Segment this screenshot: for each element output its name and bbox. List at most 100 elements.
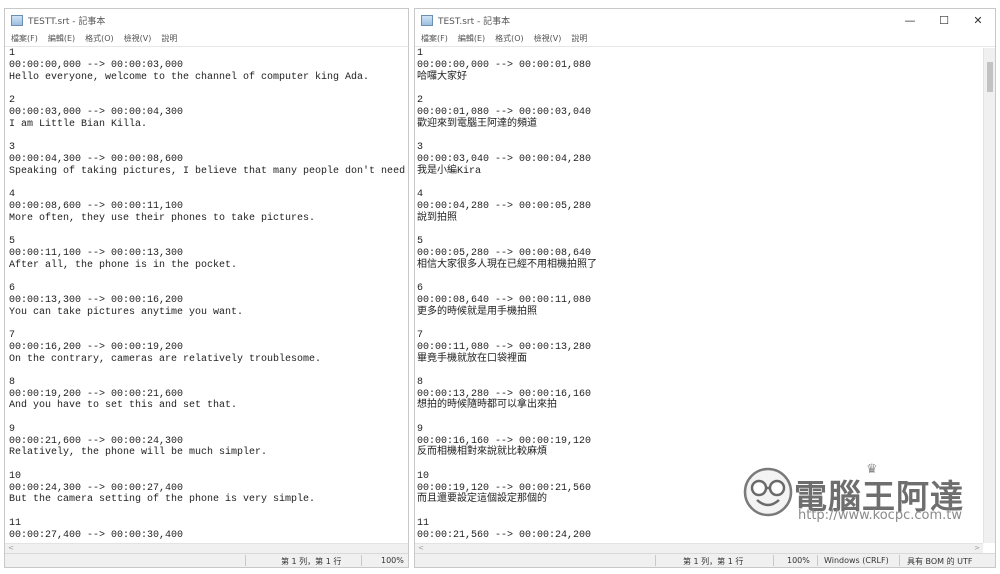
- menu-edit[interactable]: 編輯(E): [48, 33, 75, 44]
- subtitle-block: 6 00:00:13,300 --> 00:00:16,200 You can ta…: [9, 283, 408, 318]
- subtitle-text: 歡迎來到電腦王阿達的頻道: [417, 118, 537, 130]
- subtitle-index: 2: [9, 94, 16, 106]
- horizontal-scrollbar[interactable]: < >: [415, 543, 983, 553]
- subtitle-index: 7: [9, 329, 16, 341]
- subtitle-block: 11 00:00:27,400 --> 00:00:30,400: [9, 518, 408, 543]
- subtitle-block: 9 00:00:16,160 --> 00:00:19,120 反而相機相對來說就比…: [417, 424, 983, 459]
- notepad-icon: [11, 14, 23, 26]
- subtitle-block: 4 00:00:04,280 --> 00:00:05,280 說到拍照: [417, 189, 983, 224]
- subtitle-index: 6: [417, 282, 424, 294]
- subtitle-timecode: 00:00:08,600 --> 00:00:11,100: [9, 200, 184, 212]
- subtitle-text: 畢竟手機就放在口袋裡面: [417, 353, 527, 365]
- subtitle-block: 1 00:00:00,000 --> 00:00:03,000 Hello ever…: [9, 48, 408, 83]
- subtitle-text: More often, they use their phones to tak…: [9, 212, 316, 224]
- subtitle-text: But the camera setting of the phone is v…: [9, 494, 316, 506]
- subtitle-text: And you have to set this and set that.: [9, 400, 238, 412]
- subtitle-timecode: 00:00:00,000 --> 00:00:03,000: [9, 59, 184, 71]
- subtitle-block: 3 00:00:03,040 --> 00:00:04,280 我是小編Kira: [417, 142, 983, 177]
- subtitle-index: 7: [417, 329, 424, 341]
- subtitle-block: 8 00:00:13,280 --> 00:00:16,160 想拍的時候隨時都可以…: [417, 377, 983, 412]
- subtitle-block: 7 00:00:16,200 --> 00:00:19,200 On the con…: [9, 330, 408, 365]
- subtitle-index: 9: [417, 423, 424, 435]
- menu-file[interactable]: 檔案(F): [421, 33, 448, 44]
- menu-view[interactable]: 檢視(V): [534, 33, 562, 44]
- subtitle-index: 4: [9, 188, 16, 200]
- subtitle-text: Relatively, the phone will be much simpl…: [9, 447, 268, 459]
- status-separator: [899, 555, 900, 566]
- zoom-level: 100%: [787, 556, 810, 565]
- subtitle-block: 3 00:00:04,300 --> 00:00:08,600 Speaking o…: [9, 142, 408, 177]
- subtitle-index: 11: [9, 517, 22, 529]
- watermark-logo: ♛ 電腦王阿達 http://www.kocpc.com.tw: [742, 462, 972, 524]
- subtitle-block: 10 00:00:24,300 --> 00:00:27,400 But the c…: [9, 471, 408, 506]
- menu-format[interactable]: 格式(O): [85, 33, 114, 44]
- subtitle-index: 10: [9, 470, 22, 482]
- subtitle-text: You can take pictures anytime you want.: [9, 306, 244, 318]
- menu-bar: 檔案(F) 編輯(E) 格式(O) 檢視(V) 說明: [5, 31, 408, 47]
- menu-help[interactable]: 說明: [161, 33, 177, 44]
- scroll-left-icon[interactable]: <: [8, 544, 14, 552]
- subtitle-text: On the contrary, cameras are relatively …: [9, 353, 322, 365]
- encoding: 具有 BOM 的 UTF: [907, 557, 973, 566]
- subtitle-timecode: 00:00:13,300 --> 00:00:16,200: [9, 294, 184, 306]
- close-button[interactable]: ✕: [961, 9, 995, 31]
- subtitle-block: 4 00:00:08,600 --> 00:00:11,100 More often…: [9, 189, 408, 224]
- subtitle-index: 9: [9, 423, 16, 435]
- menu-view[interactable]: 檢視(V): [124, 33, 152, 44]
- menu-edit[interactable]: 編輯(E): [458, 33, 485, 44]
- subtitle-timecode: 00:00:27,400 --> 00:00:30,400: [9, 529, 184, 541]
- menu-file[interactable]: 檔案(F): [11, 33, 38, 44]
- vertical-scrollbar[interactable]: [983, 48, 995, 543]
- subtitle-timecode: 00:00:16,200 --> 00:00:19,200: [9, 341, 184, 353]
- subtitle-timecode: 00:00:21,560 --> 00:00:24,200: [417, 529, 592, 541]
- subtitle-timecode: 00:00:00,000 --> 00:00:01,080: [417, 59, 592, 71]
- subtitle-block: 7 00:00:11,080 --> 00:00:13,280 畢竟手機就放在口袋裡…: [417, 330, 983, 365]
- subtitle-block: 2 00:00:01,080 --> 00:00:03,040 歡迎來到電腦王阿達的…: [417, 95, 983, 130]
- subtitle-index: 3: [9, 141, 16, 153]
- subtitle-timecode: 00:00:03,040 --> 00:00:04,280: [417, 153, 592, 165]
- subtitle-timecode: 00:00:03,000 --> 00:00:04,300: [9, 106, 184, 118]
- scroll-left-icon[interactable]: <: [418, 544, 424, 552]
- status-separator: [655, 555, 656, 566]
- maximize-button[interactable]: ☐: [927, 9, 961, 31]
- menu-format[interactable]: 格式(O): [495, 33, 524, 44]
- line-ending: Windows (CRLF): [824, 556, 889, 565]
- window-title: TESTT.srt - 記事本: [28, 16, 106, 27]
- subtitle-timecode: 00:00:04,280 --> 00:00:05,280: [417, 200, 592, 212]
- subtitle-index: 5: [9, 235, 16, 247]
- subtitle-text: 想拍的時候隨時都可以拿出來拍: [417, 400, 557, 412]
- window-title: TEST.srt - 記事本: [438, 16, 511, 27]
- status-bar: 第 1 列，第 1 行 100% Windows (CRLF) 具有 BOM 的…: [415, 553, 995, 567]
- text-editor[interactable]: 1 00:00:00,000 --> 00:00:03,000 Hello ever…: [5, 48, 408, 543]
- subtitle-index: 5: [417, 235, 424, 247]
- subtitle-block: 2 00:00:03,000 --> 00:00:04,300 I am Littl…: [9, 95, 408, 130]
- notepad-window-left[interactable]: TESTT.srt - 記事本 檔案(F) 編輯(E) 格式(O) 檢視(V) …: [4, 8, 409, 568]
- menu-bar: 檔案(F) 編輯(E) 格式(O) 檢視(V) 說明: [415, 31, 995, 47]
- subtitle-text: 哈囉大家好: [417, 71, 467, 83]
- menu-help[interactable]: 說明: [571, 33, 587, 44]
- title-bar[interactable]: TEST.srt - 記事本 — ☐ ✕: [415, 9, 995, 31]
- status-separator: [773, 555, 774, 566]
- subtitle-text: Speaking of taking pictures, I believe t…: [9, 165, 408, 177]
- cursor-position: 第 1 列，第 1 行: [683, 557, 744, 566]
- subtitle-timecode: 00:00:13,280 --> 00:00:16,160: [417, 388, 592, 400]
- subtitle-block: 5 00:00:05,280 --> 00:00:08,640 相信大家很多人現在已…: [417, 236, 983, 271]
- status-separator: [361, 555, 362, 566]
- subtitle-index: 2: [417, 94, 424, 106]
- subtitle-text: I am Little Bian Killa.: [9, 118, 148, 130]
- subtitle-timecode: 00:00:05,280 --> 00:00:08,640: [417, 247, 592, 259]
- status-separator: [817, 555, 818, 566]
- subtitle-block: 9 00:00:21,600 --> 00:00:24,300 Relatively…: [9, 424, 408, 459]
- subtitle-timecode: 00:00:16,160 --> 00:00:19,120: [417, 435, 592, 447]
- scroll-thumb[interactable]: [987, 62, 993, 92]
- subtitle-index: 1: [417, 48, 424, 59]
- minimize-button[interactable]: —: [893, 9, 927, 31]
- subtitle-index: 1: [9, 48, 16, 59]
- horizontal-scrollbar[interactable]: <: [5, 543, 408, 553]
- scroll-right-icon[interactable]: >: [974, 544, 980, 552]
- title-bar[interactable]: TESTT.srt - 記事本: [5, 9, 408, 31]
- subtitle-index: 6: [9, 282, 16, 294]
- subtitle-index: 8: [417, 376, 424, 388]
- cursor-position: 第 1 列，第 1 行: [281, 557, 342, 566]
- subtitle-timecode: 00:00:21,600 --> 00:00:24,300: [9, 435, 184, 447]
